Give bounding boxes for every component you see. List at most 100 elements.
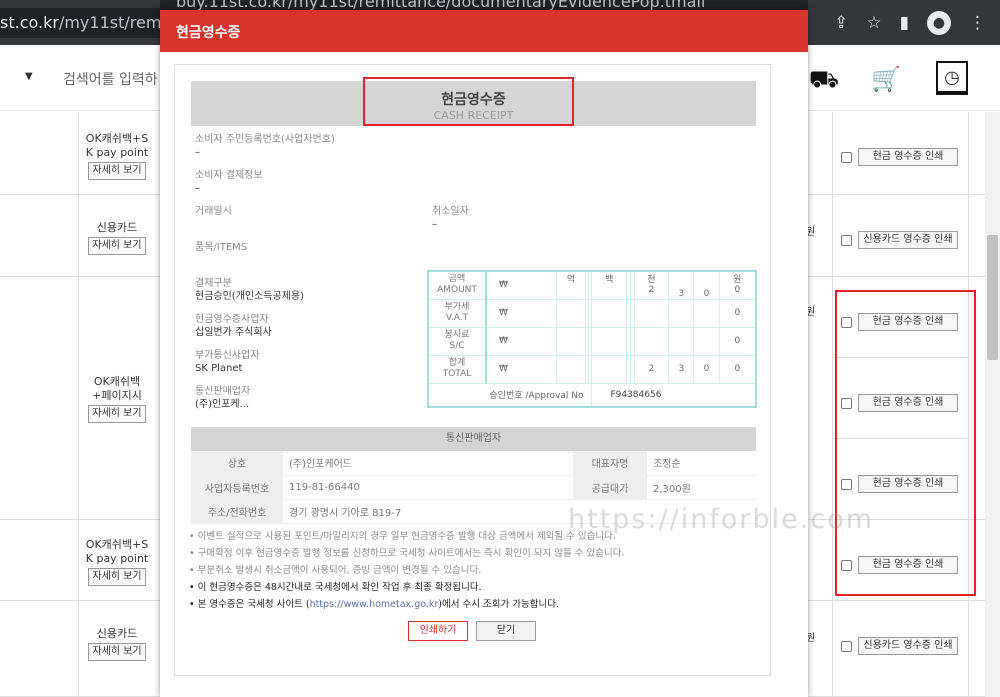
- payment-method-cell: 신용카드 자세히 보기: [82, 627, 152, 661]
- approval-label: 승인번호 /Approval No: [427, 382, 593, 408]
- unit-header: 천: [647, 275, 656, 285]
- payment-method-text: OK캐쉬백+S: [85, 132, 149, 145]
- detail-view-button[interactable]: 자세히 보기: [88, 162, 146, 180]
- cash-receipt-popup: 현금영수증 현금영수증 CASH RECEIPT 소비자 주민등록번호(사업자번…: [160, 10, 808, 697]
- share-icon[interactable]: ⇪: [834, 13, 848, 33]
- digit: 0: [693, 354, 720, 384]
- popup-address-bar[interactable]: buy.11st.co.kr/my11st/remittance/documen…: [160, 0, 808, 10]
- delivery-truck-icon[interactable]: ⛟: [807, 63, 841, 95]
- payment-method-text: K pay point: [85, 146, 149, 159]
- won-cell: ₩: [485, 270, 557, 300]
- vat-row: 부가세 V.A.T ₩ 0: [427, 298, 757, 328]
- field-label: 거래일시: [195, 206, 232, 217]
- digit: 0: [734, 285, 741, 295]
- receipt-paper: 현금영수증 CASH RECEIPT 소비자 주민등록번호(사업자번호) – 소…: [174, 64, 771, 676]
- consumer-id-field: 소비자 주민등록번호(사업자번호) –: [195, 133, 335, 159]
- annotation-highlight-box: [363, 77, 574, 126]
- search-input[interactable]: 검색어를 입력하: [63, 69, 158, 89]
- won-sign: ₩: [485, 354, 557, 384]
- row-checkbox[interactable]: [841, 151, 852, 163]
- issuer-field: 현금영수증사업자 십일번가 주식회사: [195, 313, 272, 339]
- receipt-cell: 신용카드 영수증 인쇄: [841, 231, 958, 249]
- vat-label: 부가세 V.A.T: [427, 298, 487, 328]
- label-en: S/C: [449, 341, 465, 351]
- approval-row: 승인번호 /Approval No F94384656: [427, 382, 757, 408]
- field-label: 취소일자: [432, 206, 469, 217]
- unit-header: 백: [591, 270, 628, 300]
- field-value: –: [195, 183, 200, 194]
- notice-text: 이 현금영수증은 48시간내로 국세청에서 확인 작업 후 최종 확정됩니다.: [197, 582, 482, 593]
- popup-title: 현금영수증: [160, 10, 808, 52]
- label-en: V.A.T: [445, 313, 469, 323]
- notice-item: • 구매확정 이후 현금영수증 발행 정보를 신청하므로 국세청 사이트에서는 …: [189, 548, 625, 559]
- card-receipt-print-button[interactable]: 신용카드 영수증 인쇄: [858, 637, 958, 655]
- payment-method-text: K pay point: [85, 552, 149, 565]
- label-en: AMOUNT: [437, 285, 477, 296]
- recent-view-icon[interactable]: ◷: [936, 61, 968, 95]
- popup-buttons: 인쇄하기 닫기: [408, 621, 536, 641]
- field-value: (주)인포케...: [195, 399, 250, 410]
- digit: 2: [633, 354, 670, 384]
- detail-view-button[interactable]: 자세히 보기: [88, 568, 146, 586]
- notice-list: • 이벤트 실적으로 사용된 포인트/마일리지의 경우 일부 현금영수증 발행 …: [189, 528, 764, 613]
- notice-text: )에서 수시 조회가 가능합니다.: [438, 599, 559, 610]
- profile-avatar-icon[interactable]: ●: [927, 10, 951, 35]
- notice-item: • 이 현금영수증은 48시간내로 국세청에서 확인 작업 후 최종 확정됩니다…: [189, 582, 482, 593]
- hometax-link[interactable]: https://www.hometax.go.kr: [310, 599, 439, 610]
- service-label: 봉사료 S/C: [427, 326, 487, 356]
- detail-view-button[interactable]: 자세히 보기: [88, 643, 146, 661]
- label-ko: 금액: [448, 274, 466, 285]
- seller-row: 상호 (주)인포케어드 대표자명 조정순: [191, 451, 756, 476]
- payment-method-cell: 신용카드 자세히 보기: [82, 221, 152, 255]
- amount-label: 금액 AMOUNT: [427, 270, 487, 300]
- digit: 3: [668, 354, 695, 384]
- digit: 0: [718, 298, 757, 328]
- seller-label: 공급대가: [573, 475, 647, 500]
- field-value: 현금승인(개인소득공제용): [195, 291, 305, 302]
- seller-section-title: 통신판매업자: [191, 427, 756, 451]
- watermark-text: https://inforble.com: [568, 504, 875, 535]
- print-button[interactable]: 인쇄하기: [408, 621, 468, 641]
- field-value: 십일번가 주식회사: [195, 327, 272, 338]
- row-checkbox[interactable]: [841, 234, 852, 246]
- scrollbar-thumb[interactable]: [987, 235, 998, 360]
- detail-view-button[interactable]: 자세히 보기: [88, 405, 146, 423]
- notice-text: 구매확정 이후 현금영수증 발행 정보를 신청하므로 국세청 사이트에서는 즉시…: [197, 548, 625, 559]
- cash-receipt-print-button[interactable]: 현금 영수증 인쇄: [858, 148, 958, 166]
- label-ko: 봉사료: [444, 330, 470, 340]
- field-label: 결제구분: [195, 278, 232, 289]
- kebab-menu-icon[interactable]: ⋮: [969, 13, 986, 33]
- cart-icon[interactable]: 🛒: [869, 63, 903, 95]
- card-receipt-print-button[interactable]: 신용카드 영수증 인쇄: [858, 231, 958, 249]
- payment-method-cell: OK캐쉬백+S K pay point 자세히 보기: [82, 538, 152, 586]
- close-button[interactable]: 닫기: [476, 621, 536, 641]
- notice-text: 이벤트 실적으로 사용된 포인트/마일리지의 경우 일부 현금영수증 발행 대상…: [197, 531, 616, 542]
- receipt-cell: 현금 영수증 인쇄: [841, 148, 958, 166]
- payment-method-text: 신용카드: [96, 627, 138, 640]
- seller-label: 주소/전화번호: [191, 499, 283, 524]
- vat-agent-field: 부가통신사업자 SK Planet: [195, 349, 259, 375]
- browser-actions: ⇪ ☆ ▮ ● ⋮: [800, 0, 1000, 45]
- notice-item: • 부분취소 발생시 취소금액이 사용되어, 증빙 금액이 변경될 수 있습니다…: [189, 565, 482, 576]
- seller-value: (주)인포케어드: [283, 451, 573, 476]
- won-sign: ₩: [499, 280, 508, 291]
- row-checkbox[interactable]: [841, 640, 852, 652]
- side-panel-icon[interactable]: ▮: [900, 13, 909, 33]
- scrollbar-track[interactable]: [985, 112, 1000, 697]
- label-ko: 부가세: [444, 302, 470, 312]
- annotation-highlight-box: [835, 290, 976, 596]
- field-label: 부가통신사업자: [195, 350, 260, 361]
- bookmark-star-icon[interactable]: ☆: [866, 13, 881, 33]
- detail-view-button[interactable]: 자세히 보기: [88, 237, 146, 255]
- unit-header: 원: [733, 275, 742, 285]
- payment-method-text: +페이지시: [92, 389, 142, 402]
- won-sign: ₩: [485, 326, 557, 356]
- field-label: 통신판매업자: [195, 386, 251, 397]
- field-label: 소비자 결제정보: [195, 170, 263, 181]
- consumer-payment-field: 소비자 결제정보 –: [195, 169, 263, 195]
- label-ko: 합계: [448, 358, 466, 368]
- notice-item: • 본 영수증은 국세청 사이트 (https://www.hometax.go…: [189, 599, 559, 610]
- items-field: 품목/ITEMS: [195, 241, 247, 254]
- unit-header: 억: [555, 270, 587, 300]
- search-category-caret-icon[interactable]: ▼: [25, 71, 33, 82]
